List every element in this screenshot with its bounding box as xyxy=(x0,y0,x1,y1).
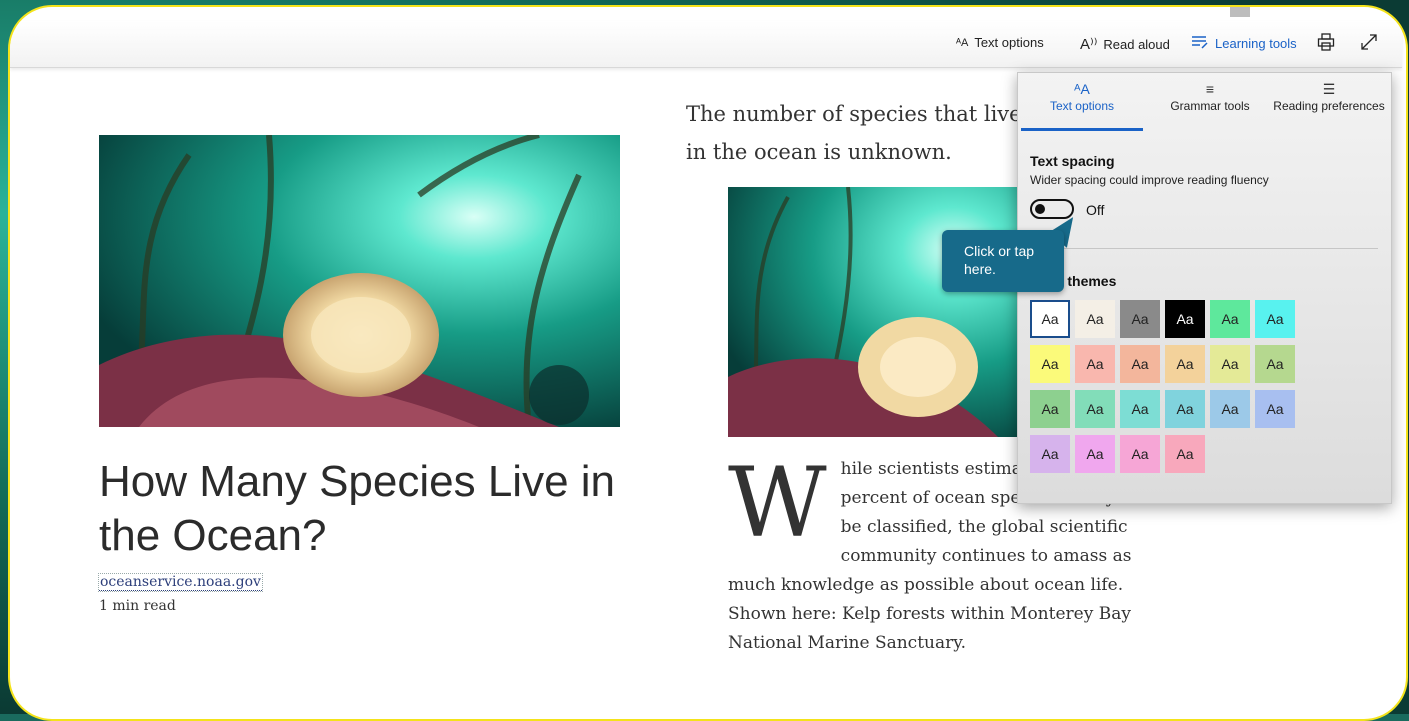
text-options-button[interactable]: ᴬA Text options xyxy=(956,35,1044,50)
tab-grammar-tools[interactable]: ≡ Grammar tools xyxy=(1158,81,1262,113)
tab-label: Reading preferences xyxy=(1273,99,1385,113)
text-options-icon: ᴬA xyxy=(956,36,969,49)
theme-swatch[interactable]: Aa xyxy=(1165,390,1205,428)
theme-swatch[interactable]: Aa xyxy=(1075,435,1115,473)
reading-preferences-icon: ☰ xyxy=(1322,81,1336,97)
text-spacing-heading: Text spacing xyxy=(1030,153,1115,169)
learning-tools-label: Learning tools xyxy=(1215,36,1297,51)
learning-tools-button[interactable]: Learning tools xyxy=(1191,35,1297,52)
theme-swatch[interactable]: Aa xyxy=(1075,345,1115,383)
theme-swatch[interactable]: Aa xyxy=(1165,345,1205,383)
hero-image-kelp-anemone xyxy=(99,132,620,428)
theme-swatch[interactable]: Aa xyxy=(1030,300,1070,338)
scrollbar-thumb[interactable] xyxy=(1230,7,1250,17)
article-intro: The number of species that live in the o… xyxy=(686,102,1022,164)
theme-swatch[interactable]: Aa xyxy=(1210,390,1250,428)
text-options-label: Text options xyxy=(974,35,1044,50)
theme-swatch[interactable]: Aa xyxy=(1075,300,1115,338)
theme-swatch[interactable]: Aa xyxy=(1165,300,1205,338)
tab-text-options[interactable]: ᴬA Text options xyxy=(1021,81,1143,113)
active-tab-indicator xyxy=(1021,128,1143,131)
theme-swatch[interactable]: Aa xyxy=(1165,435,1205,473)
theme-swatch[interactable]: Aa xyxy=(1120,300,1160,338)
theme-swatch[interactable]: Aa xyxy=(1120,435,1160,473)
body-image-kelp-anemone xyxy=(728,186,1028,438)
divider xyxy=(1030,248,1378,249)
theme-swatch[interactable]: Aa xyxy=(1255,300,1295,338)
immersive-reader-toolbar: ᴬA Text options A⁾⁾ Read aloud Learning … xyxy=(10,21,1402,68)
learning-tools-icon xyxy=(1191,35,1209,52)
reader-window: ᴬA Text options A⁾⁾ Read aloud Learning … xyxy=(8,5,1408,721)
theme-swatch[interactable]: Aa xyxy=(1255,345,1295,383)
print-button[interactable] xyxy=(1317,33,1335,54)
read-time: 1 min read xyxy=(99,598,176,614)
theme-swatch[interactable]: Aa xyxy=(1030,435,1070,473)
theme-swatch[interactable]: Aa xyxy=(1030,390,1070,428)
source-link[interactable]: oceanservice.noaa.gov xyxy=(98,573,263,592)
toggle-knob xyxy=(1035,204,1045,214)
theme-swatch[interactable]: Aa xyxy=(1120,390,1160,428)
article-title: How Many Species Live in the Ocean? xyxy=(99,457,616,560)
tab-reading-preferences[interactable]: ☰ Reading preferences xyxy=(1270,81,1388,113)
theme-swatch[interactable]: Aa xyxy=(1030,345,1070,383)
theme-swatch[interactable]: Aa xyxy=(1255,390,1295,428)
tab-label: Grammar tools xyxy=(1170,99,1250,113)
text-spacing-state: Off xyxy=(1086,202,1105,218)
tab-label: Text options xyxy=(1049,99,1115,113)
read-aloud-button[interactable]: A⁾⁾ Read aloud xyxy=(1080,35,1170,53)
drop-cap: W xyxy=(728,447,827,559)
read-aloud-label: Read aloud xyxy=(1103,36,1170,52)
print-icon xyxy=(1317,33,1335,54)
grammar-tools-icon: ≡ xyxy=(1205,81,1215,97)
fullscreen-icon xyxy=(1360,33,1378,54)
read-aloud-icon: A⁾⁾ xyxy=(1080,36,1098,53)
theme-swatch[interactable]: Aa xyxy=(1210,300,1250,338)
tooltip: Click or tap here. xyxy=(942,230,1064,292)
theme-swatch[interactable]: Aa xyxy=(1120,345,1160,383)
text-spacing-description: Wider spacing could improve reading flue… xyxy=(1030,173,1269,187)
theme-swatch[interactable]: Aa xyxy=(1075,390,1115,428)
text-options-icon: ᴬA xyxy=(1074,81,1090,97)
fullscreen-button[interactable] xyxy=(1360,33,1378,54)
theme-swatch[interactable]: Aa xyxy=(1210,345,1250,383)
learning-tools-panel: ᴬA Text options ≡ Grammar tools ☰ Readin… xyxy=(1017,72,1392,504)
panel-tabs: ᴬA Text options ≡ Grammar tools ☰ Readin… xyxy=(1018,73,1391,131)
